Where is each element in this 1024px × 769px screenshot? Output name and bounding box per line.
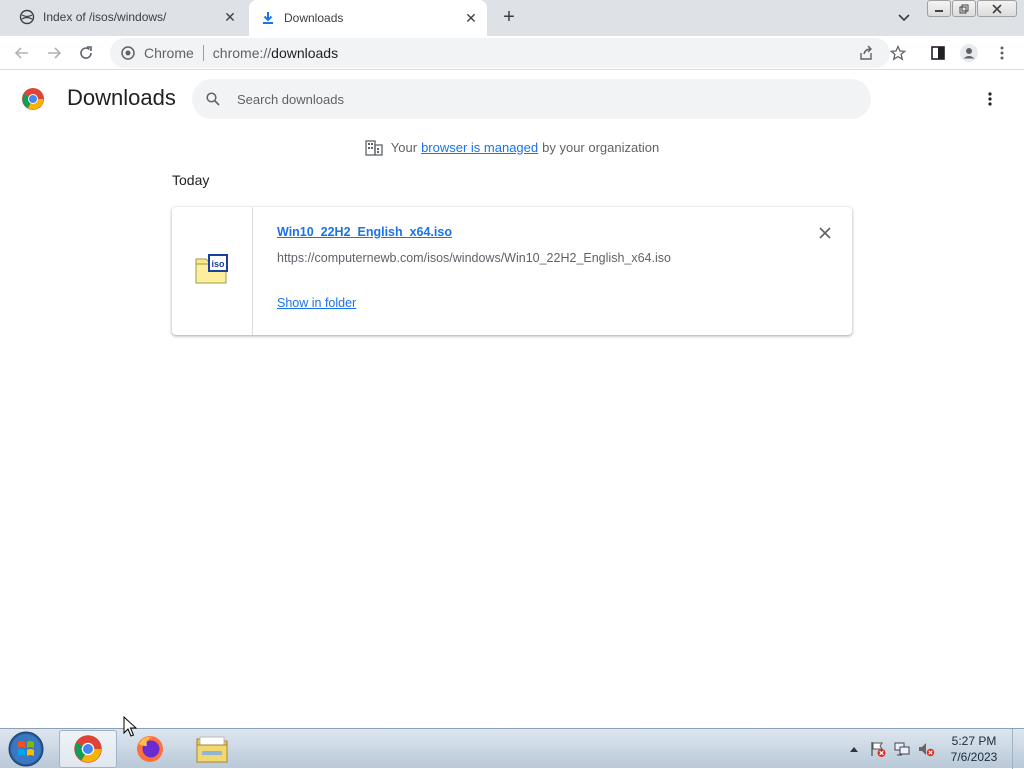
clock-time: 5:27 PM [951,734,997,748]
remove-download-icon[interactable] [816,224,834,242]
search-downloads[interactable] [192,79,871,119]
forward-button[interactable] [42,41,66,65]
clock-date: 7/6/2023 [950,750,998,764]
date-heading: Today [172,172,210,188]
download-item: iso Win10_22H2_English_x64.iso https://c… [172,207,852,335]
file-icon-column: iso [172,207,253,335]
svg-text:iso: iso [211,259,225,269]
chrome-taskbar-icon [74,735,102,763]
managed-suffix: by your organization [542,139,660,155]
network-icon[interactable] [892,739,912,759]
new-tab-button[interactable]: + [498,6,520,28]
chrome-site-icon [120,45,136,61]
downloads-menu-icon[interactable] [978,87,1002,111]
show-hidden-icons[interactable] [844,739,864,759]
taskbar-chrome[interactable] [59,730,117,768]
tab-title: Index of /isos/windows/ [43,10,167,24]
profile-avatar-icon[interactable] [957,41,981,65]
url-scheme: chrome:// [212,45,272,61]
browser-managed-link[interactable]: browser is managed [421,140,538,155]
tab-downloads[interactable]: Downloads ✕ [249,0,487,36]
start-button[interactable] [6,731,46,767]
close-tab-icon[interactable]: ✕ [220,7,240,27]
building-icon [365,138,383,156]
firefox-icon [137,736,163,762]
chrome-logo-icon [21,87,45,111]
tab-title: Downloads [284,11,344,25]
address-bar[interactable]: Chrome chrome://downloads [110,38,906,68]
restore-button[interactable] [952,0,976,17]
volume-muted-icon[interactable] [916,739,936,759]
download-icon [260,10,276,26]
tab-strip: Index of /isos/windows/ ✕ Downloads ✕ + [0,0,1024,36]
tab-search-icon[interactable] [894,8,914,28]
chrome-menu-icon[interactable] [990,41,1014,65]
iso-file-icon: iso [195,253,229,290]
taskbar-clock[interactable]: 5:27 PM 7/6/2023 [940,733,1008,765]
close-tab-icon[interactable]: ✕ [461,8,481,28]
side-panel-icon[interactable] [926,41,950,65]
system-tray [842,729,938,769]
back-button[interactable] [10,41,34,65]
page-title: Downloads [67,85,176,110]
minimize-button[interactable] [927,0,951,17]
downloads-header: Downloads [0,71,1024,127]
web-icon [19,9,35,25]
taskbar-explorer[interactable] [183,730,241,768]
close-window-button[interactable] [977,0,1017,17]
show-desktop-button[interactable] [1012,729,1024,769]
search-icon [205,91,221,107]
download-filename-link[interactable]: Win10_22H2_English_x64.iso [277,225,452,239]
url-host: downloads [271,45,339,61]
origin-chip: Chrome [144,45,194,61]
mouse-cursor-icon [123,715,138,743]
search-input[interactable] [237,91,837,107]
show-in-folder-link[interactable]: Show in folder [277,296,356,310]
browser-toolbar: Chrome chrome://downloads [0,36,1024,70]
managed-notice: Your browser is managed by your organiza… [0,138,1024,156]
download-source-url: https://computernewb.com/isos/windows/Wi… [277,251,671,265]
tab-index-isos[interactable]: Index of /isos/windows/ ✕ [8,0,246,34]
reload-button[interactable] [74,41,98,65]
bookmark-star-icon[interactable] [887,38,909,68]
folder-icon [196,736,228,763]
window-controls [927,0,1018,17]
share-icon[interactable] [855,38,877,68]
action-center-flag-icon[interactable] [868,739,888,759]
managed-prefix: Your [390,139,418,155]
omnibox-separator [202,45,204,61]
taskbar: 5:27 PM 7/6/2023 [0,728,1024,769]
